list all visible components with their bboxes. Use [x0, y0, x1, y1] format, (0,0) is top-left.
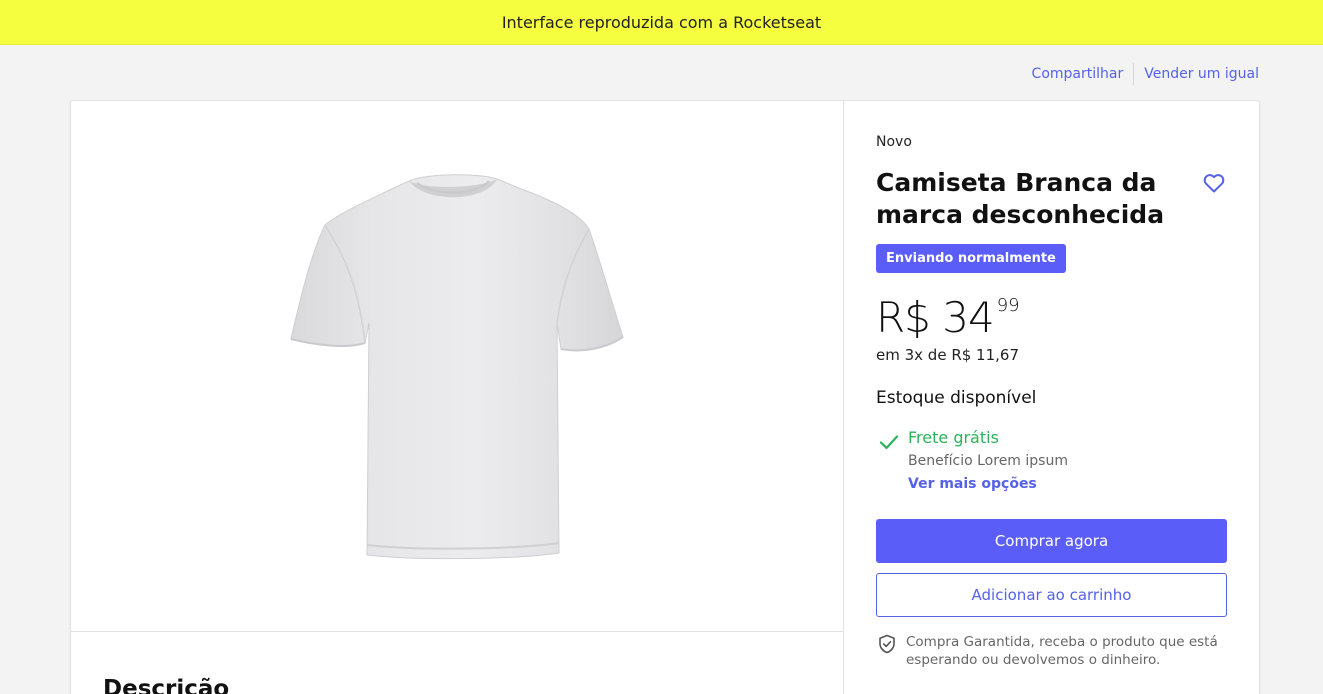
installments-text: em 3x de R$ 11,67	[876, 346, 1019, 364]
banner-text: Interface reproduzida com a Rocketseat	[501, 12, 822, 32]
stock-status: Estoque disponível	[876, 388, 1037, 408]
shipping-title: Frete grátis	[908, 428, 999, 447]
price-main: R$ 34	[876, 293, 995, 342]
shipping-subtitle: Benefício Lorem ipsum	[908, 453, 1068, 469]
check-icon	[879, 435, 899, 450]
product-card: Descrição Novo Camiseta Branca da marca …	[70, 100, 1260, 694]
shield-check-icon	[879, 634, 895, 654]
product-title: Camiseta Branca da marca desconhecida	[876, 168, 1165, 229]
product-gallery	[71, 101, 844, 632]
top-links: Compartilhar Vender um igual	[1032, 63, 1259, 85]
description-title: Descrição	[103, 676, 230, 694]
more-options-link[interactable]: Ver mais opções	[908, 476, 1037, 492]
links-divider	[1133, 63, 1135, 85]
add-to-cart-button[interactable]: Adicionar ao carrinho	[876, 573, 1227, 617]
heart-icon[interactable]	[1202, 171, 1226, 195]
guarantee-text: Compra Garantida, receba o produto que e…	[906, 634, 1218, 668]
status-badge: Enviando normalmente	[876, 244, 1066, 273]
price: R$ 34 99	[876, 291, 1020, 345]
product-image[interactable]	[289, 173, 625, 561]
price-cents: 99	[996, 295, 1020, 316]
share-link[interactable]: Compartilhar	[1032, 66, 1124, 82]
buy-now-button[interactable]: Comprar agora	[876, 519, 1227, 563]
condition-label: Novo	[876, 134, 912, 150]
top-banner: Interface reproduzida com a Rocketseat	[0, 0, 1323, 45]
description-section: Descrição	[71, 632, 844, 694]
sell-similar-link[interactable]: Vender um igual	[1144, 66, 1259, 82]
